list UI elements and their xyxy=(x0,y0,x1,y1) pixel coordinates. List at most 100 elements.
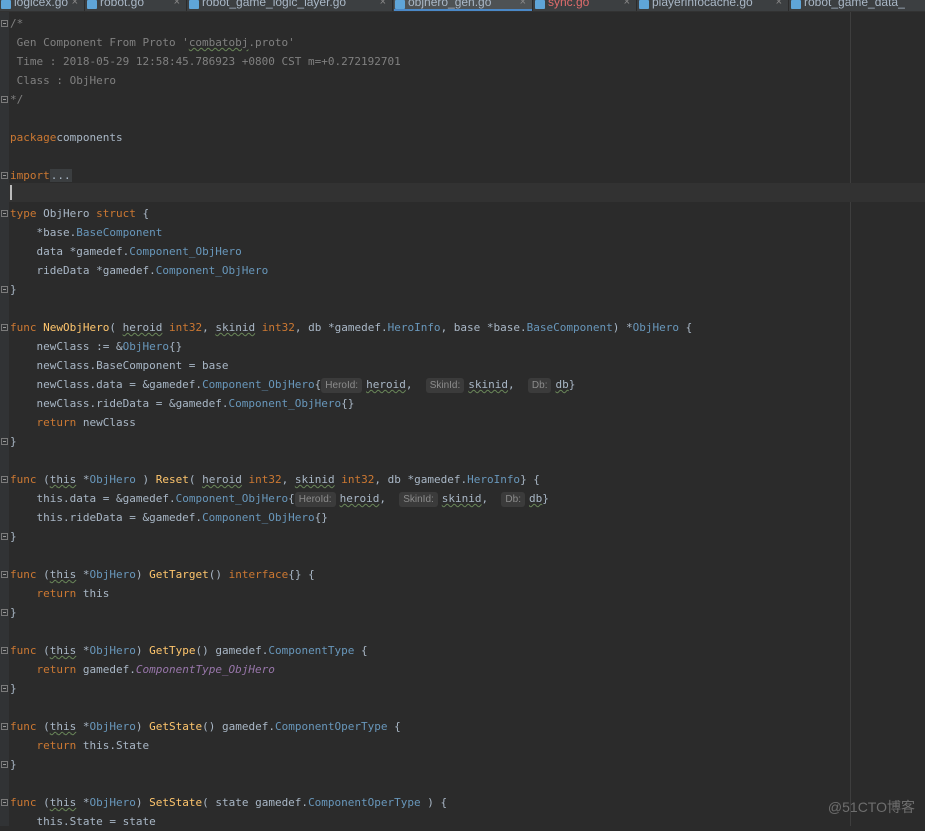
code-token: ( xyxy=(43,796,50,809)
fold-marker-icon[interactable] xyxy=(1,647,8,654)
code-line: Gen Component From Proto 'combatobj.prot… xyxy=(10,33,295,52)
code-token: , db *gamedef. xyxy=(294,321,388,334)
close-tab-icon[interactable]: × xyxy=(380,0,386,11)
editor-tab-bar: logicex.go × robot.go × robot_game_logic_lay… xyxy=(0,0,925,12)
code-line: return gamedef.ComponentType_ObjHero xyxy=(10,660,274,679)
tab-6[interactable]: robot_game_data_ xyxy=(790,0,925,11)
code-token: this xyxy=(49,473,77,486)
code-line: rideData *gamedef.Component_ObjHero xyxy=(10,261,268,280)
code-token: func xyxy=(10,644,44,657)
tab-label: sync.go xyxy=(548,0,590,9)
code-token: ComponentOperType xyxy=(274,720,388,733)
fold-marker-icon[interactable] xyxy=(1,761,8,768)
code-token: ObjHero xyxy=(43,207,97,220)
fold-marker-icon[interactable] xyxy=(1,210,8,217)
tab-3[interactable]: objhero_gen.go × xyxy=(394,0,533,11)
code-token: { xyxy=(678,321,693,334)
code-token: ObjHero xyxy=(122,340,169,353)
fold-marker-icon[interactable] xyxy=(1,533,8,540)
code-token: ) xyxy=(135,720,150,733)
code-token: data *gamedef. xyxy=(10,245,130,258)
code-line: func (this *ObjHero) SetState( state gam… xyxy=(10,793,447,812)
parameter-hint: HeroId: xyxy=(321,378,363,393)
code-token: ObjHero xyxy=(89,473,136,486)
code-token: Component_ObjHero xyxy=(175,492,289,505)
watermark: @51CTO博客 xyxy=(827,799,915,815)
code-token: } xyxy=(568,378,576,391)
code-line: Time : 2018-05-29 12:58:45.786923 +0800 … xyxy=(10,52,401,71)
code-token: package xyxy=(10,131,57,144)
code-token: * xyxy=(76,720,90,733)
tab-1[interactable]: robot.go × xyxy=(86,0,187,11)
code-token: GetTarget xyxy=(149,568,209,581)
code-line: } xyxy=(10,603,17,622)
code-token: ObjHero xyxy=(89,796,136,809)
code-token: , xyxy=(202,321,216,334)
code-line: this.State = state xyxy=(10,812,155,831)
close-tab-icon[interactable]: × xyxy=(72,0,78,11)
code-line: import... xyxy=(10,166,72,185)
fold-marker-icon[interactable] xyxy=(1,476,8,483)
tab-label: logicex.go xyxy=(14,0,69,9)
fold-marker-icon[interactable] xyxy=(1,286,8,293)
tab-5[interactable]: playerinfocache.go × xyxy=(638,0,789,11)
tab-4[interactable]: sync.go × xyxy=(534,0,637,11)
code-token: this.rideData = &gamedef. xyxy=(10,511,203,524)
fold-marker-icon[interactable] xyxy=(1,20,8,27)
fold-marker-icon[interactable] xyxy=(1,96,8,103)
code-token: ( xyxy=(188,473,203,486)
go-file-icon xyxy=(535,0,545,9)
code-token: ( xyxy=(43,644,50,657)
close-tab-icon[interactable]: × xyxy=(520,0,526,11)
code-token: ComponentOperType xyxy=(308,796,421,809)
code-token: /* xyxy=(10,17,24,30)
fold-marker-icon[interactable] xyxy=(1,799,8,806)
code-token: this xyxy=(49,720,77,733)
code-token: , xyxy=(481,492,502,505)
code-token: } xyxy=(10,606,17,619)
code-token: , db *gamedef. xyxy=(374,473,468,486)
code-token: , xyxy=(281,473,295,486)
code-token: () gamedef. xyxy=(202,720,275,733)
tab-label: playerinfocache.go xyxy=(652,0,753,9)
code-token[interactable]: ... xyxy=(49,169,72,182)
fold-marker-icon[interactable] xyxy=(1,723,8,730)
code-line: type ObjHero struct { xyxy=(10,204,149,223)
tab-0[interactable]: logicex.go × xyxy=(0,0,85,11)
code-line: func (this *ObjHero ) Reset( heroid int3… xyxy=(10,470,540,489)
code-token: newClass xyxy=(82,416,136,429)
fold-marker-icon[interactable] xyxy=(1,571,8,578)
fold-marker-icon[interactable] xyxy=(1,609,8,616)
editor-gutter[interactable] xyxy=(0,12,9,826)
code-token: ComponentType xyxy=(268,644,355,657)
code-token: } xyxy=(10,682,17,695)
code-line: this.data = &gamedef.Component_ObjHero{H… xyxy=(10,489,549,508)
code-line: data *gamedef.Component_ObjHero xyxy=(10,242,241,261)
fold-marker-icon[interactable] xyxy=(1,685,8,692)
code-token: { xyxy=(387,720,401,733)
fold-marker-icon[interactable] xyxy=(1,324,8,331)
close-tab-icon[interactable]: × xyxy=(776,0,782,11)
code-token: func xyxy=(10,720,44,733)
code-token: *base. xyxy=(10,226,77,239)
code-line: newClass.rideData = &gamedef.Component_O… xyxy=(10,394,354,413)
fold-marker-icon[interactable] xyxy=(1,438,8,445)
code-token: Gen Component From Proto ' xyxy=(10,36,189,49)
code-token: , xyxy=(379,492,400,505)
code-line: return newClass xyxy=(10,413,136,432)
close-tab-icon[interactable]: × xyxy=(624,0,630,11)
code-line: func (this *ObjHero) GetState() gamedef.… xyxy=(10,717,401,736)
parameter-hint: HeroId: xyxy=(294,492,336,507)
code-token: } xyxy=(10,435,17,448)
close-tab-icon[interactable]: × xyxy=(174,0,180,11)
tab-label: objhero_gen.go xyxy=(408,0,492,9)
go-file-icon xyxy=(87,0,97,9)
code-token: ObjHero xyxy=(89,644,136,657)
code-token: heroid xyxy=(122,321,163,334)
current-line-highlight xyxy=(9,183,925,202)
code-token: db xyxy=(528,492,543,505)
code-token: import xyxy=(10,169,50,182)
tab-2[interactable]: robot_game_logic_layer.go × xyxy=(188,0,393,11)
fold-marker-icon[interactable] xyxy=(1,172,8,179)
